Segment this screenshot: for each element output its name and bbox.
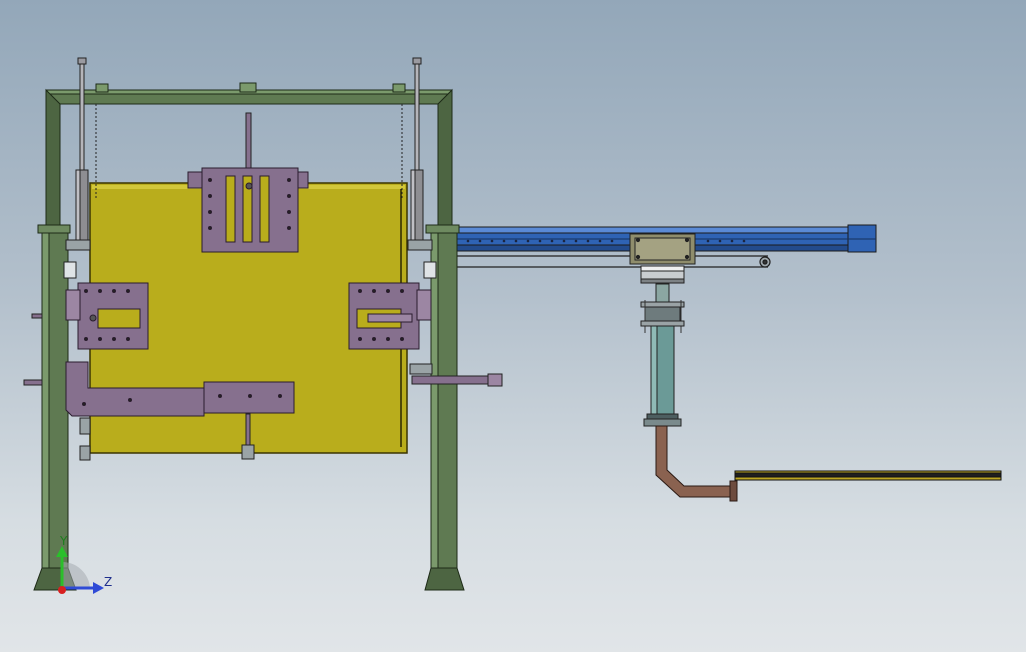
horizontal-arm [734,470,1002,481]
assembly-model[interactable]: Y Z [0,0,1026,652]
vertical-column[interactable] [640,283,685,427]
cad-viewport[interactable]: Y Z [0,0,1026,652]
carriage-block[interactable] [629,233,696,265]
motor [640,265,685,284]
bent-pipe [655,425,738,502]
triad-y-label: Y [59,534,68,548]
belt-guide [452,255,771,268]
right-leg [424,224,465,591]
center-rod [245,112,252,172]
axis-triad: Y Z [56,534,112,594]
left-cylinder [75,57,89,249]
triad-z-label: Z [104,575,112,589]
triad-x-axis [58,586,66,594]
right-side-clamp[interactable] [348,282,432,350]
top-clamp-plate[interactable] [187,167,309,253]
right-cylinder [410,57,424,249]
left-side-clamp[interactable] [65,282,149,350]
